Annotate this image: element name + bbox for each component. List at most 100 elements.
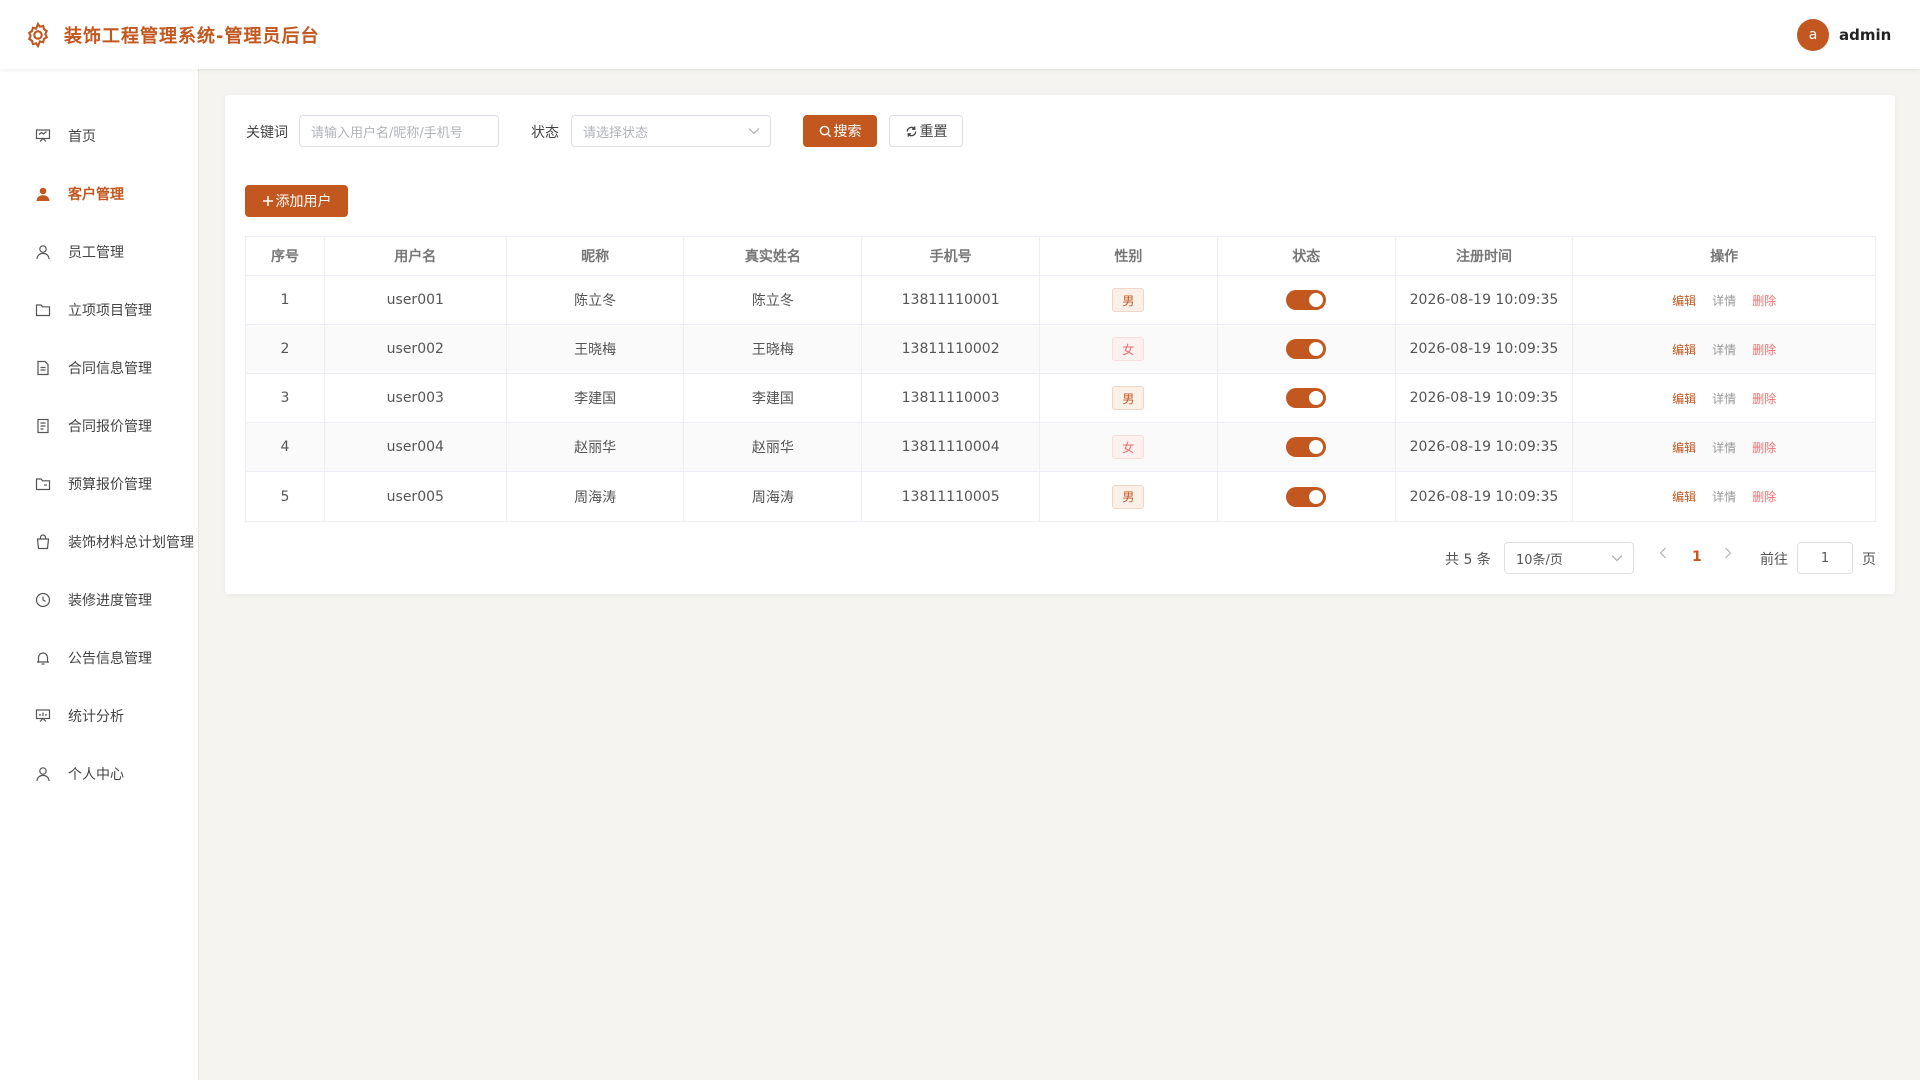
row-status-cell [1218,472,1396,521]
sidebar-item-label: 个人中心 [68,767,124,783]
row-index: 2 [246,325,325,373]
detail-link[interactable]: 详情 [1712,488,1736,505]
main-card: 关键词 请输入用户名/昵称/手机号 状态 请选择状态 搜索 重置 添加用户 序号… [225,95,1895,594]
gender-tag: 男 [1112,386,1145,410]
status-select[interactable]: 请选择状态 [571,115,771,147]
goto-page-input[interactable]: 1 [1797,542,1853,574]
toggle-knob [1309,342,1324,356]
row-actions: 编辑 详情 删除 [1573,276,1875,324]
edit-link[interactable]: 编辑 [1672,292,1696,309]
detail-link[interactable]: 详情 [1712,292,1736,309]
sidebar-item-statistics[interactable]: 统计分析 [0,696,199,736]
app-title: 装饰工程管理系统-管理员后台 [64,26,320,47]
delete-link[interactable]: 删除 [1752,488,1776,505]
row-status-cell [1218,325,1396,373]
column-header: 操作 [1710,249,1739,265]
detail-link[interactable]: 详情 [1712,341,1736,358]
gender-tag: 女 [1112,337,1145,361]
page-size-select[interactable]: 10条/页 [1504,542,1634,574]
goto-label: 前往 [1760,552,1788,568]
sidebar-item-label: 装修进度管理 [68,593,152,609]
sidebar-item-projects[interactable]: 立项项目管理 [0,290,199,330]
row-actions: 编辑 详情 删除 [1573,374,1875,422]
row-username: user001 [325,276,507,324]
status-toggle[interactable] [1286,388,1327,408]
column-header: 用户名 [325,237,507,275]
detail-link[interactable]: 详情 [1712,390,1736,407]
status-toggle[interactable] [1286,437,1327,457]
toggle-knob [1309,293,1324,307]
sidebar-item-contract-quotes[interactable]: 合同报价管理 [0,406,199,446]
top-header: 装饰工程管理系统-管理员后台 a admin [0,0,1920,69]
avatar[interactable]: a [1797,19,1829,51]
row-username: user002 [325,325,507,373]
row-time: 2026-08-19 10:09:35 [1396,276,1574,324]
edit-link[interactable]: 编辑 [1672,488,1696,505]
status-toggle[interactable] [1286,486,1327,507]
sidebar-item-progress[interactable]: 装修进度管理 [0,580,199,620]
detail-link[interactable]: 详情 [1712,439,1736,456]
edit-link[interactable]: 编辑 [1672,390,1696,407]
keyword-label: 关键词 [246,125,288,141]
page-size-value: 10条/页 [1516,552,1563,568]
sidebar-item-employees[interactable]: 员工管理 [0,232,199,272]
sidebar-item-budget-quotes[interactable]: 预算报价管理 [0,464,199,504]
row-nickname: 王晓梅 [507,325,685,373]
sidebar-item-customers[interactable]: 客户管理 [0,174,199,214]
column-header: 真实姓名 [684,237,863,275]
row-actions: 编辑 详情 删除 [1573,325,1875,373]
reset-button[interactable]: 重置 [889,115,963,147]
status-placeholder: 请选择状态 [583,125,649,141]
chevron-down-icon [1611,555,1623,562]
search-button[interactable]: 搜索 [803,115,877,147]
username[interactable]: admin [1839,26,1891,44]
table-row: 4 user004 赵丽华 赵丽华 13811110004 女 2026-08-… [246,423,1875,472]
prev-page-button[interactable] [1659,547,1667,563]
sidebar-item-home[interactable]: 首页 [0,116,199,156]
delete-link[interactable]: 删除 [1752,439,1776,456]
tickets-icon [33,416,53,436]
column-header: 状态 [1218,237,1396,275]
sidebar-item-label: 员工管理 [68,245,124,261]
row-gender-cell: 男 [1040,374,1218,422]
folder-icon [33,300,53,320]
chart-board-icon [33,706,53,726]
row-nickname: 陈立冬 [507,276,685,324]
current-page[interactable]: 1 [1692,549,1702,565]
status-toggle[interactable] [1286,290,1327,310]
row-time: 2026-08-19 10:09:35 [1396,423,1574,471]
row-username: user004 [325,423,507,471]
row-phone: 13811110001 [862,276,1041,324]
row-phone: 13811110002 [862,325,1041,373]
row-index: 5 [246,472,325,521]
column-header: 昵称 [507,237,685,275]
keyword-input[interactable]: 请输入用户名/昵称/手机号 [299,115,499,147]
total-count: 共 5 条 [1445,552,1491,568]
row-gender-cell: 男 [1040,276,1218,324]
chevron-left-icon [1659,547,1666,559]
reset-button-label: 重置 [919,124,948,140]
row-username: user003 [325,374,507,422]
edit-link[interactable]: 编辑 [1672,341,1696,358]
sidebar-item-profile[interactable]: 个人中心 [0,754,199,794]
toggle-knob [1309,440,1324,454]
folder-open-icon [33,474,53,494]
delete-link[interactable]: 删除 [1752,390,1776,407]
delete-link[interactable]: 删除 [1752,292,1776,309]
user-icon [33,242,53,262]
row-realname: 赵丽华 [684,423,863,471]
row-gender-cell: 女 [1040,423,1218,471]
add-user-label: 添加用户 [275,194,332,210]
sidebar-item-notices[interactable]: 公告信息管理 [0,638,199,678]
status-toggle[interactable] [1286,339,1327,359]
add-user-button[interactable]: 添加用户 [245,185,348,217]
shopping-bag-icon [33,532,53,552]
users-table: 序号 用户名 昵称 真实姓名 手机号 性别 状态 注册时间 操作 1 user0… [245,236,1876,522]
column-header: 手机号 [862,237,1041,275]
next-page-button[interactable] [1724,547,1732,563]
sidebar-item-contracts[interactable]: 合同信息管理 [0,348,199,388]
gear-icon [27,21,49,49]
edit-link[interactable]: 编辑 [1672,439,1696,456]
sidebar-item-materials[interactable]: 装饰材料总计划管理 [0,522,199,562]
delete-link[interactable]: 删除 [1752,341,1776,358]
